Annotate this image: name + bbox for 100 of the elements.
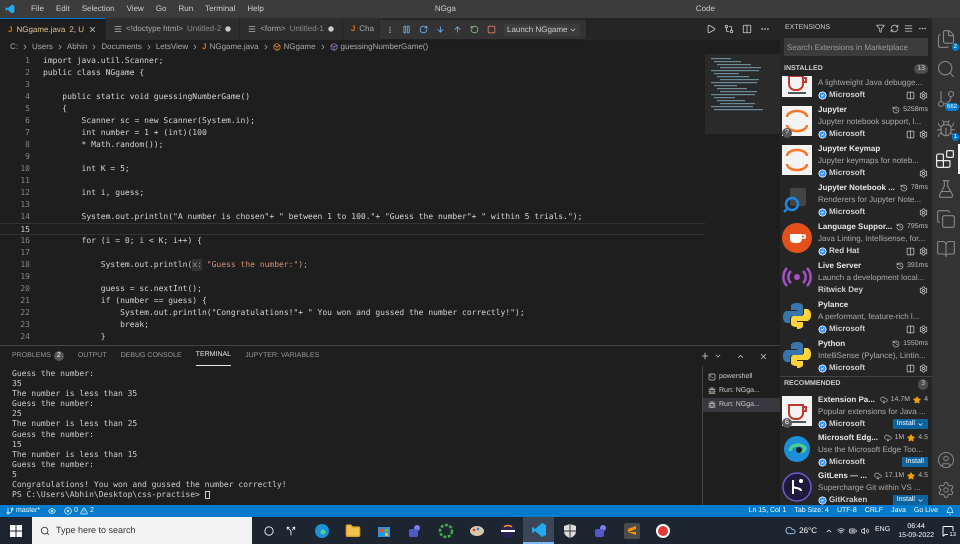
breadcrumb-item[interactable]: NGgame.java [210,41,259,53]
menu-item[interactable]: Help [241,3,270,15]
new-terminal-icon[interactable] [700,351,710,361]
extension-name[interactable]: Pylance [818,299,848,311]
taskbar-search-field[interactable]: Type here to search [32,517,252,544]
split-icon[interactable] [906,364,915,372]
split-icon[interactable] [906,246,915,256]
clock-icon [900,184,908,192]
pause-icon[interactable] [402,25,411,34]
stop-icon[interactable] [487,25,496,34]
settings-icon[interactable] [919,90,928,100]
windows-logo-icon[interactable] [10,524,22,536]
swirl-app-icon[interactable] [314,522,330,538]
folder-app-icon[interactable] [344,522,360,538]
breadcrumb-item[interactable]: NGgame [284,41,316,53]
menu-item[interactable]: View [120,3,150,15]
extension-name[interactable]: Extension Pa... [818,394,875,406]
filter-icon[interactable] [876,24,885,32]
editor-tab[interactable]: <!doctype html> Untitled-2 [106,18,240,40]
search-field[interactable]: Search Extensions in Marketplace [784,38,928,56]
close-icon[interactable] [759,352,768,360]
notifications-icon[interactable] [942,524,954,536]
settings-icon[interactable] [919,168,928,178]
step-into-icon[interactable] [436,25,445,34]
extension-name[interactable]: Microsoft Edg... [818,432,878,444]
sublime-app-icon[interactable] [624,522,640,538]
people-app-icon[interactable] [406,522,422,538]
settings-icon[interactable] [919,286,928,294]
editor-tab[interactable]: J Cha [342,18,383,40]
menu-item[interactable]: Go [150,3,172,15]
caret-icon[interactable] [917,496,924,504]
caret-icon[interactable] [714,352,722,360]
breadcrumb-item[interactable]: C: [10,41,18,53]
verified-icon [818,458,827,466]
files-icon[interactable] [936,29,956,49]
java-file-icon: J [8,24,12,36]
breadcrumb-item[interactable]: Users [32,41,53,53]
eye-icon[interactable] [48,507,56,515]
wifi-icon[interactable] [837,526,846,534]
refresh-icon[interactable] [890,24,899,32]
settings-icon[interactable] [919,324,928,334]
menu-item[interactable]: Selection [76,3,121,15]
step-over-icon[interactable] [419,25,428,34]
people-app-icon[interactable] [592,522,608,538]
split-editor-icon[interactable] [742,24,752,34]
book-icon[interactable] [936,239,956,259]
launch-config-dropdown[interactable]: Launch NGgame [504,24,580,36]
breadcrumb-item[interactable]: LetsView [156,41,188,53]
shield-app-icon[interactable] [562,522,578,538]
windows-stack-icon[interactable] [936,209,956,229]
settings-icon[interactable] [919,246,928,256]
settings-icon[interactable] [919,364,928,372]
menu-item[interactable]: Run [172,3,200,15]
source-control-icon[interactable] [936,89,956,109]
battery-icon[interactable] [849,526,858,534]
run-debug-icon[interactable] [936,119,956,139]
code-line: int K = 5; [80,163,130,175]
bell-icon[interactable] [946,507,954,515]
extensions-icon[interactable] [935,149,955,169]
flask-icon[interactable] [936,179,956,199]
extension-name[interactable]: Jupyter Notebook ... [818,182,895,194]
settings-icon[interactable] [919,208,928,216]
caret-icon[interactable] [917,420,924,428]
code-editor-app-icon[interactable] [530,522,546,538]
breadcrumb-item[interactable]: Documents [101,41,142,53]
close-icon[interactable] [88,25,98,34]
search-icon[interactable] [936,59,956,79]
task-view-circle-icon[interactable] [264,526,274,536]
cup-logo-icon [782,76,812,97]
step-out-icon[interactable] [453,25,462,34]
extension-description: A lightweight Java debugge... [818,77,924,89]
breadcrumb-item[interactable]: Abhin [66,41,88,53]
run-icon[interactable] [706,24,716,34]
menu-item[interactable]: Terminal [199,3,242,15]
extension-name[interactable]: Python [818,338,846,350]
account-icon[interactable] [937,451,955,469]
record-app-icon[interactable] [654,522,670,538]
ring-app-icon[interactable] [438,522,454,538]
list-icon[interactable] [904,24,913,32]
volume-icon[interactable] [861,526,870,534]
extension-name[interactable]: Jupyter Keymap [818,143,880,155]
extension-name[interactable]: GitLens — ... [818,470,867,482]
restart-icon[interactable] [470,25,479,34]
extension-name[interactable]: Language Suppor... [818,221,892,233]
verified-icon [818,90,827,100]
menu-item[interactable]: File [25,3,50,15]
split-icon[interactable] [906,130,915,138]
menu-item[interactable]: Edit [50,3,76,15]
editor-tab[interactable]: <form> Untitled-1 [240,18,343,40]
breadcrumb-item[interactable]: guessingNumberGame() [340,41,428,53]
extension-name[interactable]: Live Server [818,260,862,272]
editor-tab[interactable]: J NGgame.java 2, U [0,18,106,40]
extension-name[interactable]: Jupyter [818,104,847,116]
eclipse-app-icon[interactable] [500,522,516,538]
settings-icon[interactable] [919,130,928,138]
split-icon[interactable] [906,90,915,100]
publisher-name: Microsoft [829,89,865,101]
weather-temperature[interactable]: 26°C [799,524,818,536]
compare-icon[interactable] [724,24,734,34]
split-icon[interactable] [906,324,915,334]
